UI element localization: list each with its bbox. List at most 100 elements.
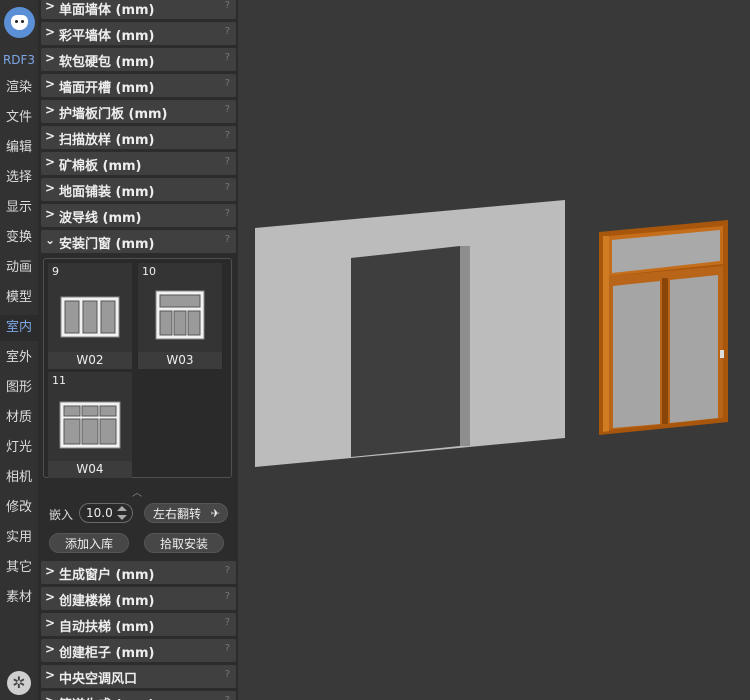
nav-item[interactable]: 动画: [0, 255, 38, 281]
chevron-right-icon: >: [45, 103, 56, 117]
section-header[interactable]: > 彩平墙体 (mm)?: [41, 22, 236, 45]
embed-value: 10.0: [86, 506, 113, 520]
section-title: 自动扶梯 (mm): [59, 620, 155, 635]
chevron-right-icon: >: [45, 668, 56, 682]
section-header[interactable]: > 管道生成 (mm)?: [41, 691, 236, 700]
help-icon[interactable]: ?: [225, 156, 230, 167]
nav-item[interactable]: 修改: [0, 495, 38, 521]
nav-item[interactable]: 灯光: [0, 435, 38, 461]
chevron-down-icon: ⌄: [45, 233, 56, 247]
add-to-library-button[interactable]: 添加入库: [49, 533, 129, 553]
help-icon[interactable]: ?: [225, 182, 230, 193]
wall-opening: [351, 246, 460, 457]
section-header[interactable]: > 墙面开槽 (mm)?: [41, 74, 236, 97]
window-thumb-w04[interactable]: 11 W04: [48, 372, 132, 478]
help-icon[interactable]: ?: [225, 234, 230, 245]
spinner-icon[interactable]: [117, 506, 127, 520]
chevron-right-icon: >: [45, 77, 56, 91]
thumb-label: W04: [48, 461, 132, 478]
window-w03-icon: [155, 290, 205, 340]
flip-button[interactable]: 左右翻转 ✈: [144, 503, 228, 523]
chevron-right-icon: >: [45, 642, 56, 656]
section-header[interactable]: > 创建楼梯 (mm)?: [41, 587, 236, 610]
gear-icon[interactable]: ✲: [7, 671, 31, 695]
flip-label: 左右翻转: [153, 507, 202, 521]
collapse-icon[interactable]: ︿: [132, 484, 142, 499]
chevron-right-icon: >: [45, 564, 56, 578]
section-title: 创建楼梯 (mm): [59, 594, 155, 609]
chevron-right-icon: >: [45, 129, 56, 143]
nav-item[interactable]: 选择: [0, 165, 38, 191]
section-header[interactable]: > 护墙板门板 (mm)?: [41, 100, 236, 123]
nav-item[interactable]: 其它: [0, 555, 38, 581]
help-icon[interactable]: ?: [225, 695, 230, 700]
section-header[interactable]: > 单面墙体 (mm)?: [41, 0, 236, 19]
section-header[interactable]: > 地面铺装 (mm)?: [41, 178, 236, 201]
nav-item[interactable]: 渲染: [0, 75, 38, 101]
section-header[interactable]: > 矿棉板 (mm)?: [41, 152, 236, 175]
section-header[interactable]: > 扫描放样 (mm)?: [41, 126, 236, 149]
window-w02-icon: [60, 296, 120, 338]
nav-rdf[interactable]: RDF3: [0, 47, 38, 73]
window-w04-icon: [59, 401, 121, 449]
nav-item[interactable]: 模型: [0, 285, 38, 311]
help-icon[interactable]: ?: [225, 565, 230, 576]
chevron-right-icon: >: [45, 181, 56, 195]
section-title: 创建柜子 (mm): [59, 646, 155, 661]
chevron-right-icon: >: [45, 155, 56, 169]
nav-item[interactable]: 材质: [0, 405, 38, 431]
thumb-number: 10: [142, 265, 156, 278]
scene: [255, 200, 728, 467]
help-icon[interactable]: ?: [225, 52, 230, 63]
help-icon[interactable]: ?: [225, 130, 230, 141]
chevron-right-icon: >: [45, 25, 56, 39]
nav-item[interactable]: 变换: [0, 225, 38, 251]
nav-item[interactable]: 编辑: [0, 135, 38, 161]
window-library: 9 W02 10 W03 11 W04: [43, 258, 232, 478]
nav-item[interactable]: 室外: [0, 345, 38, 371]
help-icon[interactable]: ?: [225, 617, 230, 628]
left-nav: RDF3 渲染文件编辑选择显示变换动画模型室内室外图形材质灯光相机修改实用其它素…: [0, 0, 38, 700]
bear-face-icon: [11, 15, 28, 30]
section-title: 地面铺装 (mm): [59, 185, 155, 200]
section-header[interactable]: > 中央空调风口?: [41, 665, 236, 688]
section-title: 墙面开槽 (mm): [59, 81, 155, 96]
chevron-right-icon: >: [45, 694, 55, 700]
section-title: 扫描放样 (mm): [59, 133, 155, 148]
section-title: 中央空调风口: [59, 672, 138, 687]
help-icon[interactable]: ?: [225, 591, 230, 602]
section-header[interactable]: > 软包硬包 (mm)?: [41, 48, 236, 71]
help-icon[interactable]: ?: [225, 208, 230, 219]
nav-item[interactable]: 显示: [0, 195, 38, 221]
section-header[interactable]: > 创建柜子 (mm)?: [41, 639, 236, 662]
section-header[interactable]: > 波导线 (mm)?: [41, 204, 236, 227]
window-thumb-w02[interactable]: 9 W02: [48, 263, 132, 369]
window-thumb-w03[interactable]: 10 W03: [138, 263, 222, 369]
nav-item[interactable]: 实用: [0, 525, 38, 551]
chevron-right-icon: >: [45, 0, 56, 13]
help-icon[interactable]: ?: [225, 669, 230, 680]
opening-reveal: [460, 246, 470, 446]
nav-item[interactable]: 素材: [0, 585, 38, 611]
nav-item[interactable]: 图形: [0, 375, 38, 401]
thumb-label: W03: [138, 352, 222, 369]
help-icon[interactable]: ?: [225, 26, 230, 37]
chevron-right-icon: >: [45, 51, 56, 65]
section-header[interactable]: > 生成窗户 (mm)?: [41, 561, 236, 584]
thumb-number: 9: [52, 265, 59, 278]
nav-item[interactable]: 室内: [0, 315, 38, 341]
help-icon[interactable]: ?: [225, 78, 230, 89]
3d-viewport[interactable]: [238, 0, 750, 700]
section-header[interactable]: > 自动扶梯 (mm)?: [41, 613, 236, 636]
chevron-right-icon: >: [45, 616, 56, 630]
nav-item[interactable]: 相机: [0, 465, 38, 491]
door-model[interactable]: [599, 220, 728, 435]
help-icon[interactable]: ?: [225, 643, 230, 654]
app-logo[interactable]: [4, 7, 35, 38]
help-icon[interactable]: ?: [225, 104, 230, 115]
pick-install-button[interactable]: 拾取安装: [144, 533, 224, 553]
embed-input[interactable]: 10.0: [79, 503, 133, 523]
help-icon[interactable]: ?: [225, 0, 230, 11]
section-install-doors-windows[interactable]: ⌄ 安装门窗 (mm) ?: [41, 230, 236, 253]
nav-item[interactable]: 文件: [0, 105, 38, 131]
